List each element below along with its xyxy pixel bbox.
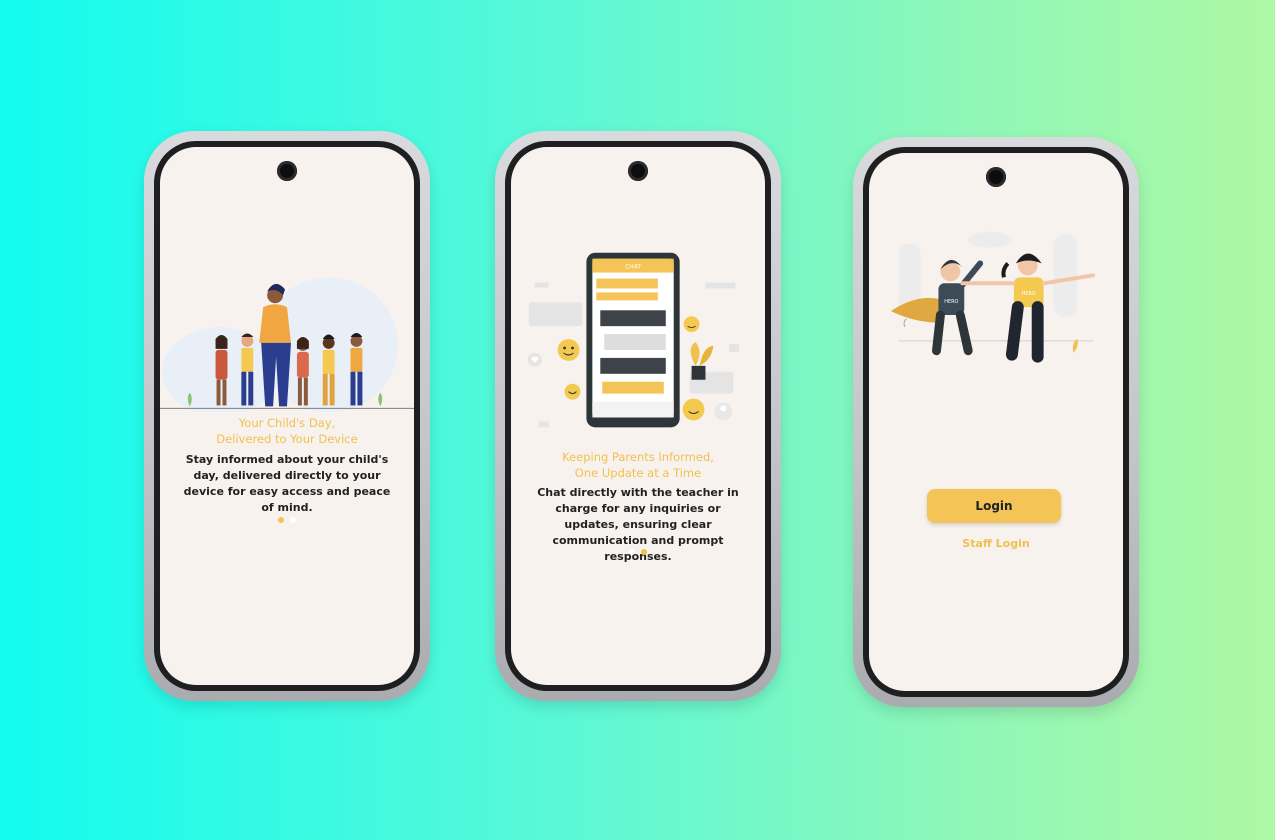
phone-onboarding-1: Your Child's Day, Delivered to Your Devi… bbox=[144, 131, 430, 701]
page-dot-2[interactable] bbox=[290, 517, 296, 523]
page-indicator bbox=[511, 549, 765, 555]
teacher-children-illustration bbox=[160, 277, 414, 412]
title-line-2: One Update at a Time bbox=[574, 466, 702, 480]
camera-icon bbox=[628, 161, 648, 181]
login-button[interactable]: Login bbox=[927, 489, 1061, 523]
onboarding-screen-1[interactable]: Your Child's Day, Delivered to Your Devi… bbox=[160, 147, 414, 685]
phone-bezel: CHAT Keeping Parents Informed, One Updat… bbox=[505, 141, 771, 691]
page-dot-2[interactable] bbox=[641, 549, 647, 555]
page-dot-1[interactable] bbox=[629, 549, 635, 555]
page-indicator bbox=[160, 517, 414, 523]
onboarding-title: Keeping Parents Informed, One Update at … bbox=[511, 449, 765, 481]
boy-shirt-text: HERO bbox=[944, 299, 958, 305]
phone-bezel: Your Child's Day, Delivered to Your Devi… bbox=[154, 141, 420, 691]
phone-bezel: HERO HERO Login Staff Login bbox=[863, 147, 1129, 697]
onboarding-title: Your Child's Day, Delivered to Your Devi… bbox=[160, 415, 414, 447]
title-line-1: Keeping Parents Informed, bbox=[562, 450, 714, 464]
like-icon bbox=[729, 344, 740, 352]
camera-icon bbox=[986, 167, 1006, 187]
login-screen[interactable]: HERO HERO Login Staff Login bbox=[869, 153, 1123, 691]
onboarding-description: Stay informed about your child's day, de… bbox=[183, 453, 391, 514]
phone-onboarding-2: CHAT Keeping Parents Informed, One Updat… bbox=[495, 131, 781, 701]
title-line-2: Delivered to Your Device bbox=[216, 432, 358, 446]
staff-login-link[interactable]: Staff Login bbox=[869, 537, 1123, 550]
phone-login: HERO HERO Login Staff Login bbox=[853, 137, 1139, 707]
onboarding-screen-2[interactable]: CHAT Keeping Parents Informed, One Updat… bbox=[511, 147, 765, 685]
emoji-icon bbox=[557, 339, 580, 361]
title-line-1: Your Child's Day, bbox=[238, 416, 336, 430]
camera-icon bbox=[277, 161, 297, 181]
chat-phone-illustration: CHAT bbox=[527, 252, 740, 428]
kids-playing-illustration: HERO HERO bbox=[890, 231, 1096, 363]
girl-shirt-text: HERO bbox=[1022, 291, 1036, 297]
page-dot-1[interactable] bbox=[278, 517, 284, 523]
chat-header-text: CHAT bbox=[625, 264, 641, 271]
